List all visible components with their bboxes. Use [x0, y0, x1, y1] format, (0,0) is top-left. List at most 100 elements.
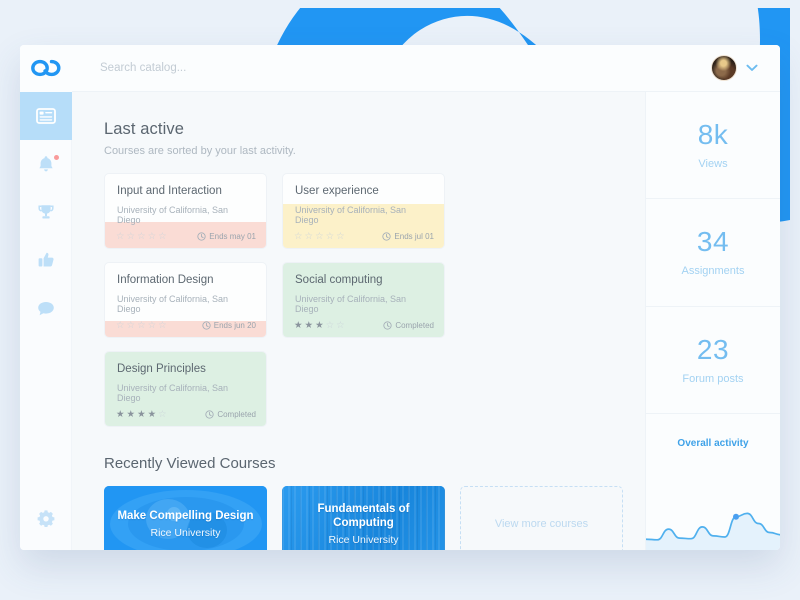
chat-bubble-icon — [37, 301, 54, 315]
page-subtitle: Courses are sorted by your last activity… — [104, 145, 296, 157]
recently-viewed-list: Make Compelling Design Rice University F… — [104, 486, 645, 550]
activity-sparkline-chart — [646, 512, 780, 550]
course-rating[interactable]: ★ ★ ★ ☆ ☆ — [294, 321, 345, 331]
course-card-footer: ☆ ☆ ☆ ☆ ☆ Ends jun 20 — [105, 314, 266, 337]
rating-star[interactable]: ☆ — [326, 321, 335, 331]
rating-star[interactable]: ★ — [315, 321, 324, 331]
course-card-footer: ★ ★ ★ ☆ ☆ Completed — [283, 314, 444, 337]
course-status: Ends may 01 — [197, 232, 256, 241]
rating-star[interactable]: ☆ — [315, 232, 324, 242]
recent-course-title: Fundamentals of Computing — [317, 502, 410, 529]
sidebar-item-settings[interactable] — [20, 494, 72, 542]
rating-star[interactable]: ★ — [127, 410, 136, 420]
rating-star[interactable]: ★ — [305, 321, 314, 331]
gear-icon — [37, 510, 54, 527]
rating-star[interactable]: ☆ — [116, 232, 125, 242]
course-card-footer: ☆ ☆ ☆ ☆ ☆ Ends jul 01 — [283, 225, 444, 248]
rating-star[interactable]: ☆ — [158, 321, 167, 331]
course-card[interactable]: Social computing University of California… — [282, 262, 445, 338]
rating-star[interactable]: ☆ — [336, 232, 345, 242]
rating-star[interactable]: ★ — [294, 321, 303, 331]
view-more-label: View more courses — [494, 518, 589, 530]
recent-course-card[interactable]: Make Compelling Design Rice University — [104, 486, 267, 550]
rating-star[interactable]: ☆ — [158, 410, 167, 420]
search-input[interactable] — [100, 62, 420, 74]
rating-star[interactable]: ☆ — [305, 232, 314, 242]
course-card-footer: ★ ★ ★ ★ ☆ Completed — [105, 403, 266, 426]
sidebar-item-messages[interactable] — [20, 284, 72, 332]
rating-star[interactable]: ☆ — [336, 321, 345, 331]
stat-views: 8k Views — [646, 92, 780, 200]
view-more-courses-button[interactable]: View more courses — [460, 486, 623, 550]
course-card[interactable]: Input and Interaction University of Calif… — [104, 173, 267, 249]
stat-assignments: 34 Assignments — [646, 199, 780, 307]
trophy-icon — [37, 205, 54, 219]
course-title: Social computing — [295, 274, 383, 286]
user-menu[interactable] — [711, 55, 780, 81]
rating-star[interactable]: ☆ — [326, 232, 335, 242]
bell-icon — [38, 156, 53, 172]
course-list: Input and Interaction University of Calif… — [104, 173, 622, 427]
recent-course-school: Rice University — [328, 534, 399, 547]
course-title: User experience — [295, 185, 379, 197]
course-card[interactable]: User experience University of California,… — [282, 173, 445, 249]
course-status: Completed — [205, 410, 256, 419]
course-status: Completed — [383, 321, 434, 330]
clock-icon — [205, 410, 214, 419]
sidebar-item-notifications[interactable] — [20, 140, 72, 188]
rating-star[interactable]: ☆ — [116, 321, 125, 331]
chevron-down-icon[interactable] — [746, 64, 758, 72]
course-rating[interactable]: ☆ ☆ ☆ ☆ ☆ — [294, 232, 345, 242]
sidebar-item-dashboard[interactable] — [20, 92, 72, 140]
rating-star[interactable]: ☆ — [137, 232, 146, 242]
page-title: Last active — [104, 120, 184, 138]
course-status-label: Completed — [217, 410, 256, 419]
top-bar — [20, 45, 780, 92]
app-body: Last active Courses are sorted by your l… — [20, 92, 780, 550]
course-rating[interactable]: ★ ★ ★ ★ ☆ — [116, 410, 167, 420]
notification-badge — [53, 155, 59, 160]
course-status: Ends jun 20 — [202, 321, 256, 330]
course-school: University of California, San Diego — [117, 205, 229, 225]
thumbs-up-icon — [38, 252, 54, 267]
course-rating[interactable]: ☆ ☆ ☆ ☆ ☆ — [116, 321, 167, 331]
activity-marker-dot[interactable] — [733, 513, 739, 520]
infinity-loop-logo — [31, 59, 61, 77]
recent-course-title: Make Compelling Design — [117, 509, 254, 522]
stat-value: 34 — [696, 226, 730, 258]
clock-icon — [383, 321, 392, 330]
course-school: University of California, San Diego — [295, 294, 407, 314]
rating-star[interactable]: ★ — [137, 410, 146, 420]
rating-star[interactable]: ☆ — [158, 232, 167, 242]
course-card[interactable]: Information Design University of Californ… — [104, 262, 267, 338]
search-bar[interactable] — [72, 45, 711, 92]
course-status-label: Ends may 01 — [209, 232, 256, 241]
rating-star[interactable]: ☆ — [127, 321, 136, 331]
course-title: Input and Interaction — [117, 185, 222, 197]
recent-course-card[interactable]: Fundamentals of Computing Rice Universit… — [282, 486, 445, 550]
overall-activity: Overall activity — [646, 414, 780, 550]
course-rating[interactable]: ☆ ☆ ☆ ☆ ☆ — [116, 232, 167, 242]
rating-star[interactable]: ☆ — [137, 321, 146, 331]
rating-star[interactable]: ☆ — [294, 232, 303, 242]
rating-star[interactable]: ☆ — [127, 232, 136, 242]
recently-viewed-title: Recently Viewed Courses — [104, 455, 276, 472]
course-status: Ends jul 01 — [382, 232, 434, 241]
course-status-label: Ends jun 20 — [213, 321, 256, 330]
stat-value: 23 — [696, 333, 730, 365]
logo[interactable] — [20, 45, 72, 92]
course-card[interactable]: Design Principles University of Californi… — [104, 351, 267, 427]
stat-value: 8k — [697, 118, 729, 150]
course-card-footer: ☆ ☆ ☆ ☆ ☆ Ends may 01 — [105, 225, 266, 248]
rating-star[interactable]: ★ — [116, 410, 125, 420]
rating-star[interactable]: ☆ — [148, 232, 157, 242]
sidebar-item-likes[interactable] — [20, 236, 72, 284]
stat-label: Forum posts — [682, 372, 744, 385]
rating-star[interactable]: ☆ — [148, 321, 157, 331]
sidebar — [20, 92, 72, 550]
stats-panel: 8k Views 34 Assignments 23 Forum posts O… — [645, 92, 780, 550]
rating-star[interactable]: ★ — [148, 410, 157, 420]
clock-icon — [197, 232, 206, 241]
avatar[interactable] — [711, 55, 737, 81]
sidebar-item-achievements[interactable] — [20, 188, 72, 236]
